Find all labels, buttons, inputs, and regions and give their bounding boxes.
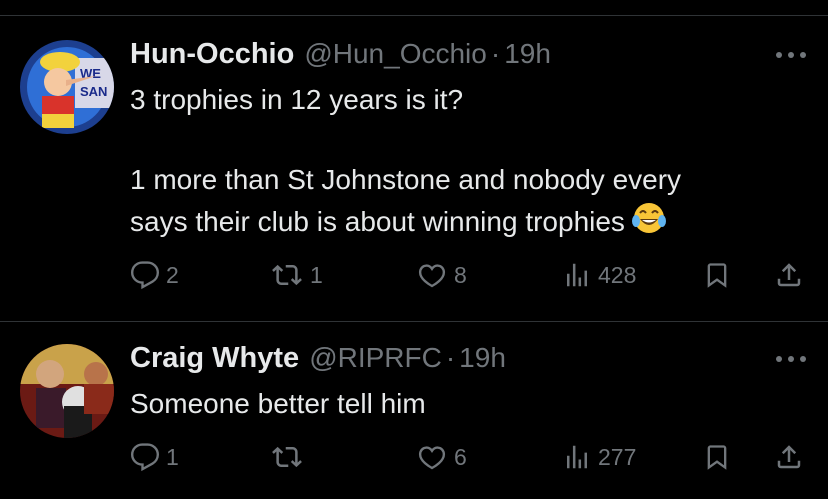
heart-icon (418, 446, 446, 470)
tweet-text-line: 3 trophies in 12 years is it? (130, 84, 464, 115)
user-handle[interactable]: @RIPRFC (309, 342, 442, 374)
share-icon (777, 263, 801, 287)
avatar-text-2: SAN (80, 84, 107, 99)
share-button[interactable] (774, 442, 804, 472)
tweet-text: Someone better tell him (130, 384, 426, 423)
tweet-header: Hun-Occhio @Hun_Occhio · 19h (130, 38, 551, 71)
bookmark-button[interactable] (703, 442, 731, 472)
reply-icon (130, 261, 160, 290)
tweet-text-line-content: says their club is about winning trophie… (130, 206, 625, 237)
view-count: 428 (598, 261, 637, 288)
heart-icon (418, 264, 446, 288)
tweet-text-blank-line (130, 119, 681, 162)
tweet-text-line: 1 more than St Johnstone and nobody ever… (130, 164, 682, 195)
reply-button[interactable]: 2 (130, 260, 179, 290)
action-bar: 2 1 8 428 (0, 256, 828, 296)
avatar[interactable]: WE SAN (20, 40, 114, 134)
views-button[interactable]: 428 (562, 260, 636, 290)
bookmark-icon (707, 263, 727, 288)
views-icon (567, 445, 587, 469)
avatar[interactable] (20, 344, 114, 438)
retweet-button[interactable]: 1 (270, 260, 323, 290)
reply-icon (130, 443, 160, 472)
views-button[interactable]: 277 (562, 442, 636, 472)
share-button[interactable] (774, 260, 804, 290)
share-icon (777, 445, 801, 469)
bookmark-icon (707, 445, 727, 470)
avatar-image: WE SAN (20, 40, 114, 134)
reply-button[interactable]: 1 (130, 442, 179, 472)
reply-count: 2 (166, 261, 179, 288)
views-icon (567, 263, 587, 287)
retweet-icon (272, 264, 302, 286)
like-count: 6 (454, 443, 467, 470)
separator-dot: · (490, 38, 501, 69)
user-handle[interactable]: @Hun_Occhio (304, 38, 487, 70)
retweet-count: 1 (310, 261, 323, 288)
reply-count: 1 (166, 443, 179, 470)
tweet-text-line: says their club is about winning trophie… (130, 201, 681, 245)
timestamp[interactable]: 19h (504, 38, 551, 70)
view-count: 277 (598, 443, 637, 470)
face-with-tears-of-joy-icon (631, 201, 667, 245)
tweet-text: 3 trophies in 12 years is it? 1 more tha… (130, 80, 681, 245)
separator-dot: · (445, 342, 456, 373)
tweet[interactable]: WE SAN Hun-Occhio @Hun_Occhio · 19h 3 tr… (0, 16, 828, 321)
tweet-header: Craig Whyte @RIPRFC · 19h (130, 342, 506, 375)
bookmark-button[interactable] (703, 260, 731, 290)
display-name[interactable]: Craig Whyte (130, 342, 299, 375)
retweet-icon (272, 446, 302, 468)
timestamp[interactable]: 19h (459, 342, 506, 374)
retweet-button[interactable] (270, 442, 310, 472)
avatar-image (20, 344, 114, 438)
like-count: 8 (454, 261, 467, 288)
like-button[interactable]: 8 (416, 260, 467, 290)
like-button[interactable]: 6 (416, 442, 467, 472)
action-bar: 1 6 277 (0, 438, 828, 478)
display-name[interactable]: Hun-Occhio (130, 38, 294, 71)
tweet-text-line: Someone better tell him (130, 388, 426, 419)
more-icon[interactable] (776, 50, 806, 60)
tweet[interactable]: Craig Whyte @RIPRFC · 19h Someone better… (0, 322, 828, 499)
more-icon[interactable] (776, 354, 806, 364)
